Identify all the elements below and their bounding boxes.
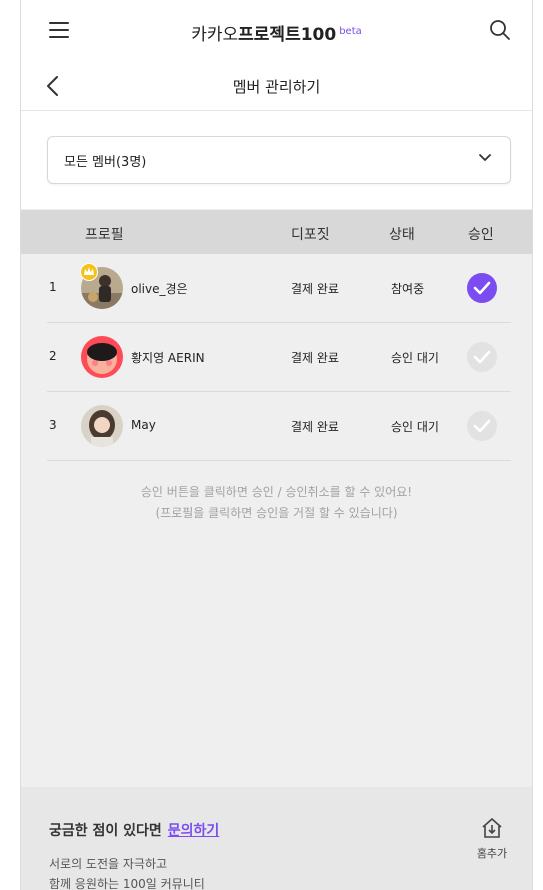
notice-line-2: (프로필을 클릭하면 승인을 거절 할 수 있습니다)	[155, 506, 398, 520]
deposit-status: 결제 완료	[291, 420, 339, 434]
brand-prefix: 카카오	[191, 25, 239, 45]
beta-badge: beta	[339, 26, 362, 37]
chevron-down-icon	[479, 154, 491, 161]
crown-icon	[80, 263, 98, 281]
table-row: 1 olive_경은 결제 완료 참여중	[47, 254, 511, 323]
check-icon	[473, 419, 491, 433]
brand-logo[interactable]: 카카오프로젝트100 beta	[21, 20, 532, 45]
table-row: 3 May 결제 완료 승인 대기	[47, 392, 511, 461]
table-header: 프로필 디포짓 상태 승인	[21, 210, 532, 254]
member-filter-select[interactable]: 모든 멤버(3명)	[47, 136, 511, 184]
deposit-status: 결제 완료	[291, 282, 339, 296]
search-icon[interactable]	[488, 18, 512, 42]
avatar[interactable]	[81, 336, 123, 378]
row-number: 3	[49, 418, 57, 432]
approve-button[interactable]	[467, 411, 497, 441]
add-to-home-button[interactable]: 홈추가	[469, 817, 515, 861]
footer-desc-1: 서로의 도전을 자극하고	[49, 857, 168, 871]
check-icon	[473, 350, 491, 364]
column-header-status: 상태	[389, 227, 415, 243]
table-row: 2 황지영 AERIN 결제 완료 승인 대기	[47, 323, 511, 392]
top-header: 카카오프로젝트100 beta	[21, 0, 532, 63]
column-header-deposit: 디포짓	[291, 227, 330, 243]
inquiry-link[interactable]: 문의하기	[168, 823, 220, 839]
member-list: 1 olive_경은 결제 완료 참여중 2 황지영 AERIN 결제 완료 승…	[47, 254, 511, 461]
footer-question: 궁금한 점이 있다면 문의하기	[49, 820, 219, 840]
row-number: 2	[49, 349, 57, 363]
check-icon	[473, 281, 491, 295]
footer: 궁금한 점이 있다면 문의하기 서로의 도전을 자극하고 함께 응원하는 100일…	[21, 787, 532, 890]
row-number: 1	[49, 280, 57, 294]
home-add-icon	[482, 818, 502, 838]
approve-button[interactable]	[467, 342, 497, 372]
member-filter-value: 모든 멤버(3명)	[64, 155, 147, 170]
brand-name: 프로젝트100	[238, 25, 337, 45]
filter-section: 모든 멤버(3명)	[21, 111, 532, 209]
sub-header: 멤버 관리하기	[21, 62, 532, 111]
member-name[interactable]: olive_경은	[131, 280, 188, 297]
column-header-profile: 프로필	[85, 227, 124, 243]
footer-question-text: 궁금한 점이 있다면	[49, 823, 162, 839]
app-frame: 카카오프로젝트100 beta 멤버 관리하기 모든 멤버(3명) 프로필 디포짓…	[20, 0, 533, 890]
member-status: 승인 대기	[391, 420, 439, 434]
column-header-approve: 승인	[468, 227, 494, 243]
notice-line-1: 승인 버튼을 클릭하면 승인 / 승인취소를 할 수 있어요!	[140, 485, 413, 499]
member-name[interactable]: 황지영 AERIN	[131, 349, 205, 366]
member-status: 승인 대기	[391, 351, 439, 365]
deposit-status: 결제 완료	[291, 351, 339, 365]
home-add-label: 홈추가	[476, 847, 508, 860]
avatar[interactable]	[81, 405, 123, 447]
approve-button[interactable]	[467, 273, 497, 303]
member-status: 참여중	[391, 282, 425, 296]
footer-desc-2: 함께 응원하는 100일 커뮤니티	[49, 877, 205, 890]
page-title: 멤버 관리하기	[232, 78, 321, 96]
member-name[interactable]: May	[131, 418, 156, 432]
help-notice: 승인 버튼을 클릭하면 승인 / 승인취소를 할 수 있어요! (프로필을 클릭…	[21, 482, 532, 524]
